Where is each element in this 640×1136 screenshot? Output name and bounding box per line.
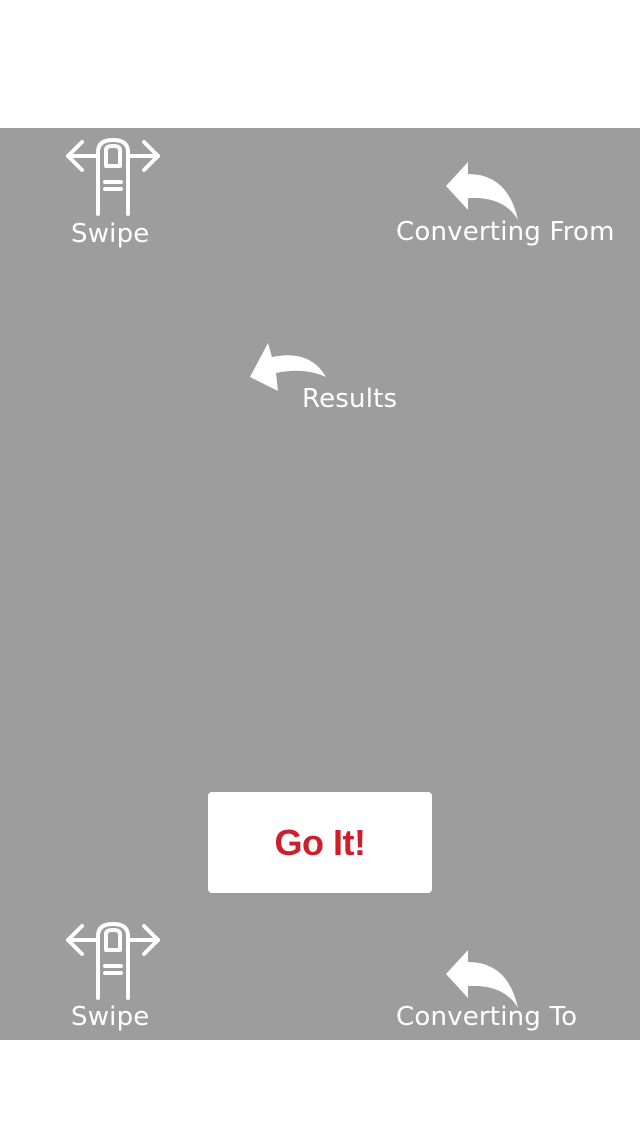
curved-arrow-icon <box>446 950 518 1008</box>
converting-from-label: Converting From <box>396 217 615 247</box>
swipe-bottom-label: Swipe <box>71 1002 150 1032</box>
got-it-button[interactable]: Go It! <box>208 792 432 893</box>
swipe-top-label: Swipe <box>71 219 150 249</box>
swipe-gesture-icon <box>66 922 160 1000</box>
curved-arrow-icon <box>446 162 518 220</box>
got-it-button-label: Go It! <box>274 821 366 863</box>
results-label: Results <box>302 384 398 414</box>
converting-to-label: Converting To <box>396 1002 578 1032</box>
tutorial-overlay: Swipe Converting From Results Go It! Swi… <box>0 128 640 1040</box>
swipe-gesture-icon <box>66 138 160 216</box>
